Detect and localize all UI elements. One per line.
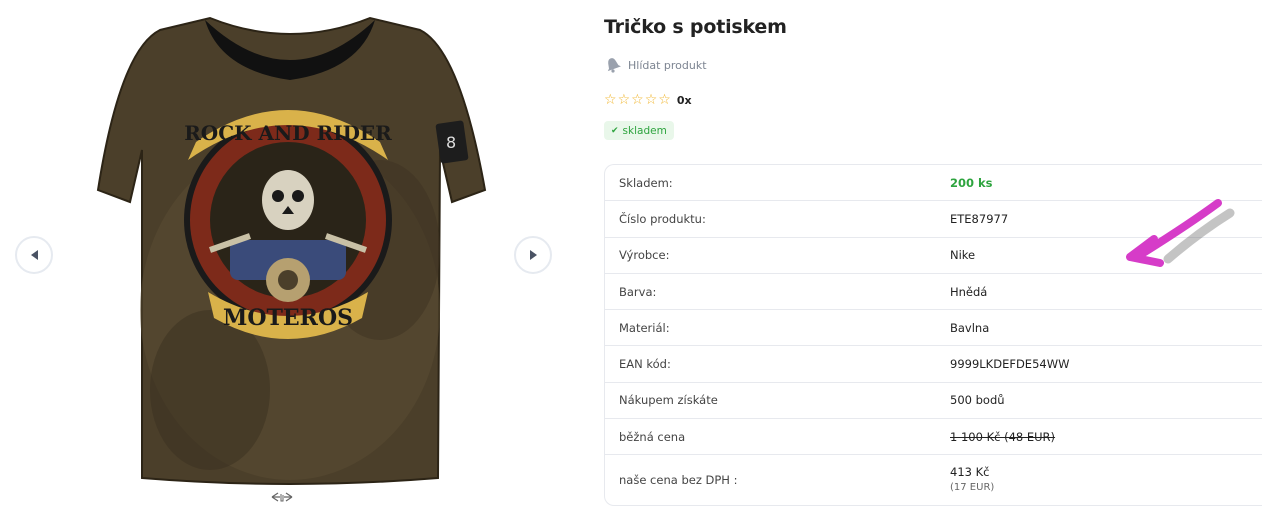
star-icon: ☆ (658, 92, 671, 108)
chevron-left-icon (30, 250, 38, 260)
param-label: Skladem: (619, 175, 673, 190)
prev-image-button[interactable] (15, 236, 53, 274)
param-label: běžná cena (619, 429, 686, 444)
param-value: 500 bodů (950, 393, 1005, 408)
star-icon: ☆ (644, 92, 658, 108)
param-row-our-price: naše cena bez DPH : 413 Kč (17 EUR) (605, 455, 1262, 505)
rating-count: 0x (676, 93, 692, 107)
param-row-points: Nákupem získáte 500 bodů (605, 383, 1262, 420)
param-label: Barva: (619, 284, 657, 299)
swipe-icon (270, 491, 294, 506)
param-value: 9999LKDEFDE54WW (950, 357, 1070, 372)
stock-badge-label: skladem (622, 124, 667, 137)
watch-product-label: Hlídat produkt (628, 58, 707, 72)
param-label: Číslo produktu: (619, 211, 706, 226)
rating-stars: ☆ ☆ ☆ ☆ ☆ (604, 93, 671, 107)
svg-text:MOTEROS: MOTEROS (223, 305, 353, 331)
svg-text:ROCK AND RIDER: ROCK AND RIDER (184, 121, 392, 145)
check-icon: ✔ (611, 125, 619, 136)
price-stack: 413 Kč (17 EUR) (950, 464, 994, 496)
param-subvalue: (17 EUR) (950, 482, 995, 494)
bell-icon (607, 58, 621, 73)
star-icon: ☆ (631, 92, 644, 108)
param-label: EAN kód: (619, 357, 671, 372)
param-value: Bavlna (950, 320, 990, 335)
rating[interactable]: ☆ ☆ ☆ ☆ ☆ 0x (604, 93, 692, 107)
chevron-right-icon (529, 250, 537, 260)
param-row-ean: EAN kód: 9999LKDEFDE54WW (605, 346, 1262, 383)
param-label: naše cena bez DPH : (619, 473, 738, 488)
param-value[interactable]: Nike (950, 248, 975, 262)
param-label: Nákupem získáte (619, 393, 718, 408)
product-image[interactable]: 8 ROCK AND RIDER MOTEROS (90, 10, 490, 492)
param-value: 1 100 Kč (48 EUR) (950, 429, 1056, 444)
param-label: Výrobce: (619, 248, 670, 263)
annotation-arrow-icon (1126, 199, 1235, 267)
param-value: 413 Kč (950, 465, 990, 480)
param-value: ETE87977 (950, 211, 1009, 226)
param-label: Materiál: (619, 320, 670, 335)
product-title: Tričko s potiskem (604, 16, 787, 38)
product-gallery: 8 ROCK AND RIDER MOTEROS (0, 0, 570, 506)
param-value: Hnědá (950, 284, 988, 299)
param-value: 200 ks (950, 175, 993, 190)
star-icon: ☆ (604, 92, 617, 108)
param-row-regular-price: běžná cena 1 100 Kč (48 EUR) (605, 419, 1262, 456)
svg-text:8: 8 (446, 133, 456, 152)
next-image-button[interactable] (514, 236, 552, 274)
watch-product-link[interactable]: Hlídat produkt (604, 56, 707, 74)
param-row-material: Materiál: Bavlna (605, 310, 1262, 347)
stock-badge: ✔ skladem (604, 121, 674, 140)
star-icon: ☆ (617, 92, 631, 108)
